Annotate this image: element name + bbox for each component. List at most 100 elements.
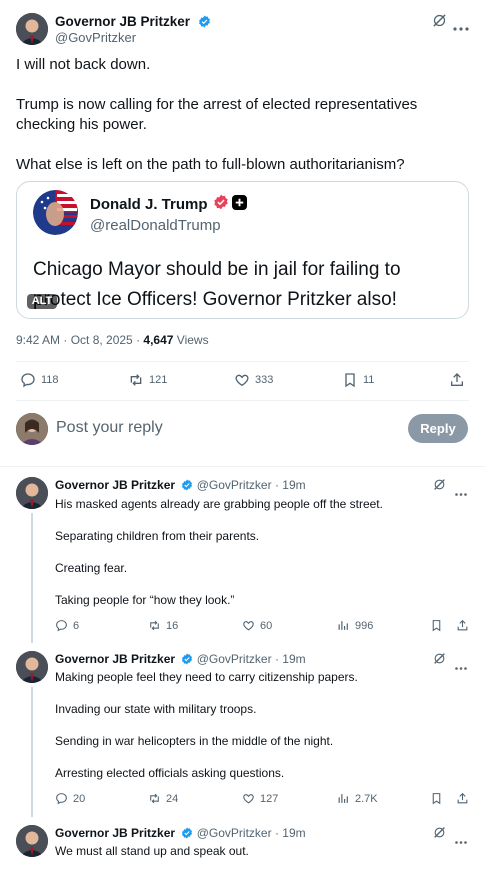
views-count: 996: [355, 619, 374, 632]
tweet-text: I will not back down. Trump is now calli…: [16, 55, 466, 175]
reply-time[interactable]: · 19m: [275, 652, 306, 666]
reply-paragraph: We must all stand up and speak out.: [55, 844, 249, 858]
share-icon: [457, 792, 468, 804]
reply-author-avatar[interactable]: [16, 825, 48, 857]
verified-badge-icon: [181, 479, 193, 494]
heart-icon: [243, 621, 254, 631]
quoted-author-avatar[interactable]: [33, 190, 78, 235]
bookmark-button[interactable]: 11: [342, 372, 374, 388]
tweet-paragraph: Trump is now calling for the arrest of e…: [16, 96, 418, 133]
reply-paragraph: Taking people for “how they look.”: [55, 593, 235, 607]
reply-author-handle[interactable]: @GovPritzker: [197, 826, 272, 840]
verified-badge-icon: [198, 15, 211, 33]
bookmark-icon: [432, 793, 441, 805]
reply-button[interactable]: 6: [55, 619, 79, 632]
thread-line: [31, 513, 33, 643]
views-label: Views: [176, 333, 209, 347]
tweet-paragraph: What else is left on the path to full-bl…: [16, 156, 405, 173]
reply-paragraph: Sending in war helicopters in the middle…: [55, 734, 334, 748]
bookmark-icon: [432, 620, 441, 632]
more-options-icon[interactable]: [455, 831, 467, 849]
reply-author-avatar[interactable]: [16, 651, 48, 683]
reply-paragraph: Invading our state with military troops.: [55, 702, 257, 716]
grok-icon[interactable]: [433, 652, 446, 670]
reply-compose-input[interactable]: Post your reply: [56, 419, 163, 437]
grok-icon[interactable]: [433, 826, 446, 844]
reply-count: 6: [73, 619, 80, 632]
user-avatar[interactable]: [16, 413, 48, 445]
reply-paragraph: Making people feel they need to carry ci…: [55, 670, 358, 684]
author-avatar[interactable]: [16, 13, 48, 45]
share-button[interactable]: [456, 619, 474, 632]
alt-badge[interactable]: ALT: [27, 294, 57, 309]
reply-time[interactable]: · 19m: [275, 826, 306, 840]
reply-author-handle[interactable]: @GovPritzker: [197, 652, 272, 666]
more-options-icon[interactable]: [455, 483, 467, 501]
timestamp[interactable]: 9:42 AM · Oct 8, 2025 ·: [16, 333, 140, 347]
views-button[interactable]: 2.7K: [337, 792, 378, 805]
quoted-tweet-text: Chicago Mayor should be in jail for fail…: [33, 259, 401, 310]
like-count: 127: [260, 792, 279, 805]
repost-count: 24: [166, 792, 179, 805]
grok-icon[interactable]: [433, 478, 446, 496]
reply-text: Making people feel they need to carry ci…: [55, 669, 455, 781]
quoted-author-name[interactable]: Donald J. Trump: [90, 196, 208, 213]
like-button[interactable]: 60: [242, 619, 272, 632]
share-button[interactable]: [456, 792, 474, 805]
more-options-icon[interactable]: [455, 657, 467, 675]
like-button[interactable]: 333: [234, 372, 273, 388]
reply-paragraph: Creating fear.: [55, 561, 128, 575]
reply-text: We must all stand up and speak out.: [55, 843, 455, 859]
repost-button[interactable]: 121: [128, 372, 167, 388]
tweet-paragraph: I will not back down.: [16, 56, 151, 73]
views-button[interactable]: 996: [337, 619, 373, 632]
views-count: 4,647: [143, 333, 174, 347]
share-icon: [451, 373, 463, 386]
reply-submit-button[interactable]: Reply: [408, 414, 468, 443]
reply-author-name[interactable]: Governor JB Pritzker: [55, 478, 175, 492]
repost-count: 121: [149, 374, 168, 386]
repost-icon: [130, 374, 142, 386]
reply-author-avatar[interactable]: [16, 477, 48, 509]
reply-button[interactable]: 20: [55, 792, 85, 805]
author-name[interactable]: Governor JB Pritzker: [55, 14, 190, 29]
reply-count: 20: [73, 792, 86, 805]
reply-paragraph: His masked agents already are grabbing p…: [55, 497, 383, 511]
verified-badge-icon: [181, 827, 193, 842]
grok-icon[interactable]: [432, 13, 447, 33]
bookmark-button[interactable]: [430, 792, 448, 805]
truth-verified-icon: [213, 194, 229, 215]
reply-icon: [56, 620, 67, 632]
share-button[interactable]: [449, 372, 470, 388]
reply-count: 118: [41, 374, 59, 386]
repost-button[interactable]: 16: [148, 619, 178, 632]
reply-text: His masked agents already are grabbing p…: [55, 496, 455, 608]
views-count: 2.7K: [355, 792, 378, 805]
repost-icon: [150, 620, 159, 631]
quoted-author-handle[interactable]: @realDonaldTrump: [90, 217, 221, 234]
reply-paragraph: Separating children from their parents.: [55, 529, 260, 543]
thread-line: [31, 687, 33, 817]
more-options-icon[interactable]: [453, 18, 469, 36]
reply-author-name[interactable]: Governor JB Pritzker: [55, 826, 175, 840]
timestamp-row: 9:42 AM · Oct 8, 2025 · 4,647 Views: [16, 333, 209, 347]
reply-icon: [56, 793, 67, 805]
reply-author-name[interactable]: Governor JB Pritzker: [55, 652, 175, 666]
like-button[interactable]: 127: [242, 792, 278, 805]
bookmark-count: 11: [363, 374, 375, 386]
repost-button[interactable]: 24: [148, 792, 178, 805]
repost-count: 16: [166, 619, 179, 632]
reply-icon: [21, 373, 35, 388]
like-count: 60: [260, 619, 273, 632]
reply-button[interactable]: 118: [20, 372, 59, 388]
bookmark-icon: [345, 373, 355, 388]
bookmark-button[interactable]: [430, 619, 448, 632]
reply-time[interactable]: · 19m: [275, 478, 306, 492]
reply-author-handle[interactable]: @GovPritzker: [197, 478, 272, 492]
heart-icon: [243, 794, 254, 804]
heart-icon: [235, 374, 249, 387]
share-icon: [457, 619, 468, 631]
verified-badge-icon: [181, 653, 193, 668]
repost-icon: [150, 793, 159, 804]
author-handle[interactable]: @GovPritzker: [55, 30, 136, 45]
